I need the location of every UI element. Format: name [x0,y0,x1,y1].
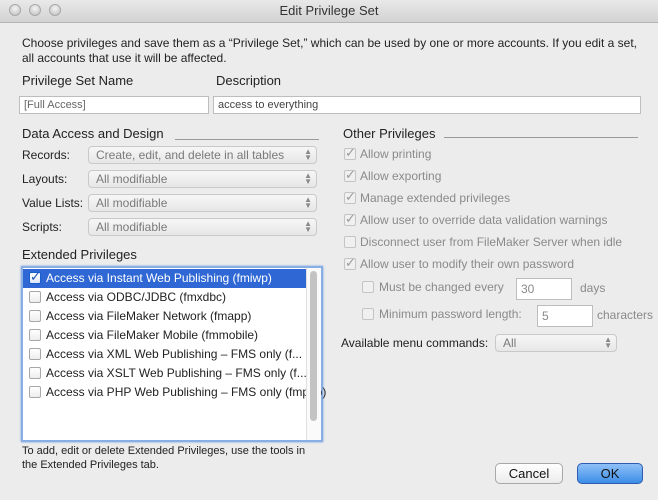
layouts-popup-value: All modifiable [96,172,168,186]
fmxml-checkbox[interactable] [29,348,41,360]
scrollbar-thumb[interactable] [310,271,317,421]
list-item-fmxml[interactable]: Access via XML Web Publishing – FMS only… [23,345,307,364]
manage-extended-label: Manage extended privileges [360,191,511,205]
edit-privilege-set-window: Edit Privilege Set Choose privileges and… [0,0,658,500]
description-label: Description [216,73,282,88]
allow-printing-label: Allow printing [360,147,432,161]
intro-text: Choose privileges and save them as a “Pr… [22,36,637,65]
extended-privileges-list[interactable]: ✓ Access via Instant Web Publishing (fmi… [21,266,326,442]
checkmark-icon: ✓ [345,145,356,160]
list-item-label: Access via FileMaker Network (fmapp) [46,309,252,323]
value-lists-popup[interactable]: All modifiable ▲ ▼ [88,194,317,212]
records-label: Records: [22,148,71,162]
extended-privileges-header: Extended Privileges [22,247,137,262]
fmxdbc-checkbox[interactable] [29,291,41,303]
popup-arrows-icon: ▲ ▼ [304,147,312,162]
checkmark-icon: ✓ [345,189,356,204]
list-item-fmxdbc[interactable]: Access via ODBC/JDBC (fmxdbc) [23,288,307,307]
list-item-fmmobile[interactable]: Access via FileMaker Mobile (fmmobile) [23,326,307,345]
extended-privileges-footnote: To add, edit or delete Extended Privileg… [22,445,306,471]
manage-extended-checkbox[interactable]: ✓ [344,189,356,204]
data-access-header: Data Access and Design [22,126,164,141]
fmphp-checkbox[interactable] [29,386,41,398]
scripts-popup-value: All modifiable [96,220,168,234]
cancel-button[interactable]: Cancel [495,463,563,484]
override-validation-label: Allow user to override data validation w… [360,213,608,227]
list-item-fmapp[interactable]: Access via FileMaker Network (fmapp) [23,307,307,326]
min-length-checkbox[interactable] [362,308,374,320]
allow-exporting-label: Allow exporting [360,169,442,183]
list-scrollbar[interactable] [306,268,321,440]
layouts-popup[interactable]: All modifiable ▲ ▼ [88,170,317,188]
popup-arrows-icon: ▲ ▼ [304,195,312,210]
checkmark-icon: ✓ [345,167,356,182]
scripts-label: Scripts: [22,220,63,234]
popup-arrows-icon: ▲ ▼ [604,335,612,350]
list-item-label: Access via FileMaker Mobile (fmmobile) [46,328,259,342]
must-change-days-field[interactable]: 30 [516,278,572,300]
list-item-fmphp[interactable]: Access via PHP Web Publishing – FMS only… [23,383,326,402]
window-title: Edit Privilege Set [279,3,379,18]
list-item-label: Access via XML Web Publishing – FMS only… [46,347,303,361]
data-access-divider [175,139,319,140]
privilege-set-name-field[interactable]: [Full Access] [19,96,209,114]
modify-password-checkbox[interactable]: ✓ [344,255,356,270]
list-item-label: Access via PHP Web Publishing – FMS only… [46,385,327,399]
list-item-label: Access via Instant Web Publishing (fmiwp… [46,271,272,285]
fmiwp-checkbox[interactable]: ✓ [29,269,41,284]
fmxslt-checkbox[interactable] [29,367,41,379]
other-privileges-divider [444,137,638,138]
scripts-popup[interactable]: All modifiable ▲ ▼ [88,218,317,236]
checkmark-icon: ✓ [345,255,356,270]
menu-commands-popup[interactable]: All ▲ ▼ [495,334,617,352]
privilege-set-name-label: Privilege Set Name [22,73,134,88]
fmmobile-checkbox[interactable] [29,329,41,341]
title-bar: Edit Privilege Set [0,0,658,23]
list-item-fmiwp[interactable]: ✓ Access via Instant Web Publishing (fmi… [23,269,307,288]
checkmark-icon: ✓ [345,211,356,226]
min-length-label: Minimum password length: [379,307,522,321]
checkmark-icon: ✓ [30,269,41,284]
menu-commands-value: All [503,336,517,350]
other-privileges-header: Other Privileges [343,126,436,141]
popup-arrows-icon: ▲ ▼ [304,171,312,186]
allow-printing-checkbox[interactable]: ✓ [344,145,356,160]
list-item-label: Access via XSLT Web Publishing – FMS onl… [46,366,307,380]
popup-arrows-icon: ▲ ▼ [304,219,312,234]
modify-password-label: Allow user to modify their own password [360,257,575,271]
allow-exporting-checkbox[interactable]: ✓ [344,167,356,182]
value-lists-label: Value Lists: [22,196,84,210]
days-unit-label: days [580,281,606,295]
records-popup[interactable]: Create, edit, and delete in all tables ▲… [88,146,317,164]
menu-commands-label: Available menu commands: [341,336,489,350]
must-change-label: Must be changed every [379,280,504,294]
fmapp-checkbox[interactable] [29,310,41,322]
records-popup-value: Create, edit, and delete in all tables [96,148,285,162]
ok-button[interactable]: OK [577,463,643,484]
override-validation-checkbox[interactable]: ✓ [344,211,356,226]
layouts-label: Layouts: [22,172,68,186]
value-lists-popup-value: All modifiable [96,196,168,210]
list-item-fmxslt[interactable]: Access via XSLT Web Publishing – FMS onl… [23,364,307,383]
disconnect-idle-label: Disconnect user from FileMaker Server wh… [360,235,623,249]
min-length-field[interactable]: 5 [537,305,593,327]
characters-unit-label: characters [597,308,654,322]
must-change-checkbox[interactable] [362,281,374,293]
description-field[interactable]: access to everything [213,96,641,114]
disconnect-idle-checkbox[interactable] [344,236,356,248]
list-item-label: Access via ODBC/JDBC (fmxdbc) [46,290,227,304]
